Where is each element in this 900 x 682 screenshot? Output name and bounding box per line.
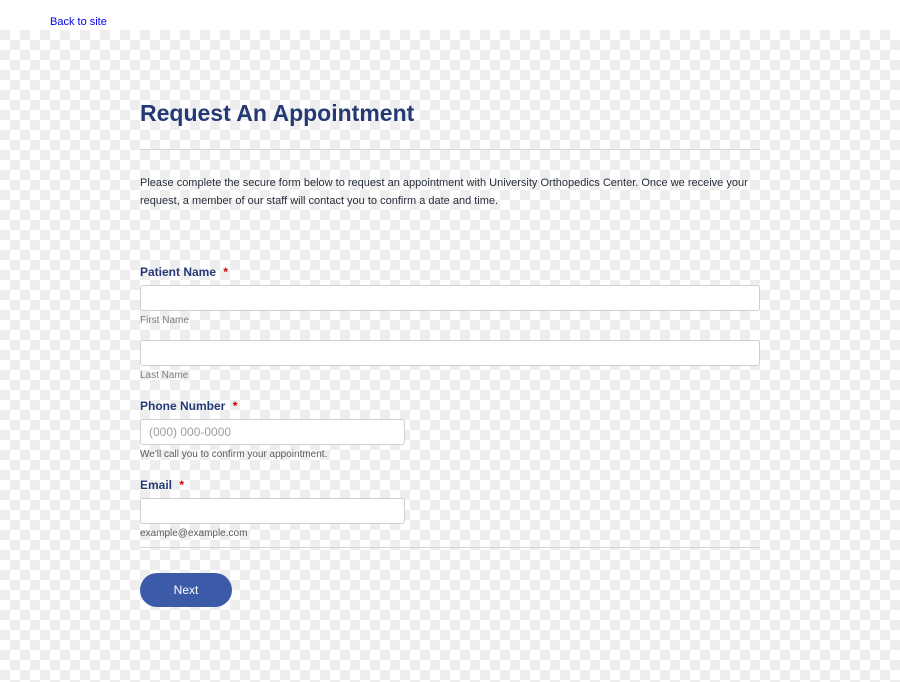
page-title: Request An Appointment: [140, 100, 760, 150]
email-label: Email *: [140, 478, 760, 492]
label-text: Patient Name: [140, 265, 216, 279]
first-name-row: First Name: [140, 285, 760, 326]
phone-helper: We'll call you to confirm your appointme…: [140, 449, 760, 460]
email-helper: example@example.com: [140, 528, 760, 539]
phone-label: Phone Number *: [140, 399, 760, 413]
form-container: Request An Appointment Please complete t…: [140, 30, 760, 607]
phone-input[interactable]: [140, 419, 405, 445]
top-bar: Back to site: [0, 0, 900, 30]
phone-group: Phone Number * We'll call you to confirm…: [140, 399, 760, 460]
patient-name-label: Patient Name *: [140, 265, 760, 279]
first-name-sublabel: First Name: [140, 315, 760, 326]
form-actions: Next: [140, 573, 760, 607]
last-name-row: Last Name: [140, 340, 760, 381]
email-input[interactable]: [140, 498, 405, 524]
required-marker: *: [179, 478, 184, 492]
first-name-input[interactable]: [140, 285, 760, 311]
last-name-sublabel: Last Name: [140, 370, 760, 381]
back-to-site-link[interactable]: Back to site: [50, 16, 107, 28]
last-name-input[interactable]: [140, 340, 760, 366]
bottom-divider: [140, 547, 760, 548]
label-text: Email: [140, 478, 172, 492]
patient-name-group: Patient Name * First Name Last Name: [140, 265, 760, 381]
label-text: Phone Number: [140, 399, 225, 413]
intro-text: Please complete the secure form below to…: [140, 175, 760, 210]
required-marker: *: [223, 265, 228, 279]
required-marker: *: [233, 399, 238, 413]
appointment-form: Patient Name * First Name Last Name Phon…: [140, 265, 760, 607]
next-button[interactable]: Next: [140, 573, 232, 607]
email-group: Email * example@example.com: [140, 478, 760, 539]
